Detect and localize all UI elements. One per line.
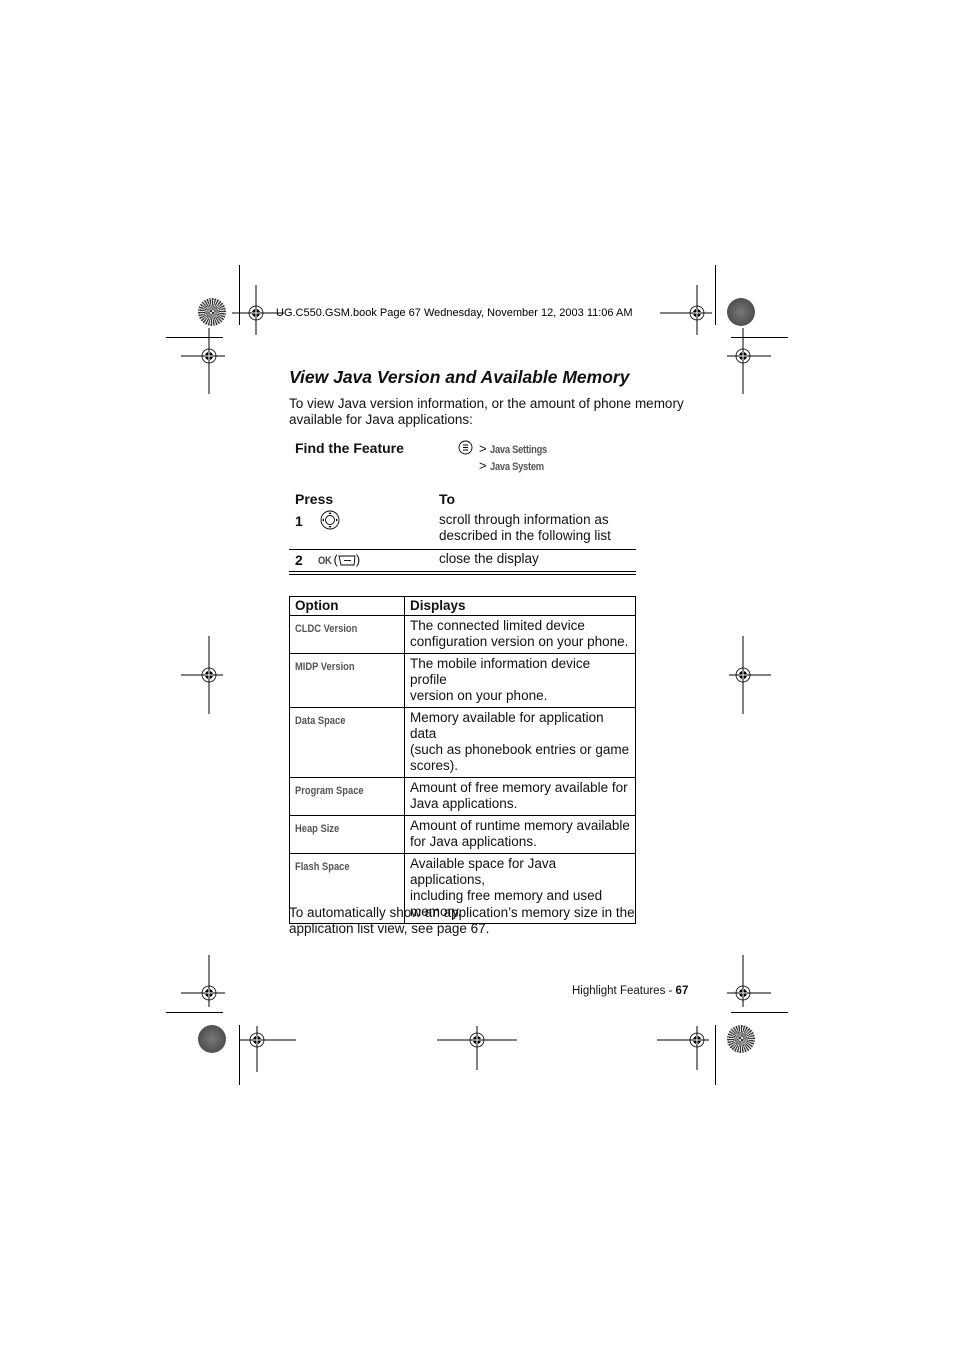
press-column-header: Press	[295, 491, 334, 507]
table-row: Heap Size Amount of runtime memory avail…	[289, 815, 636, 854]
right-soft-key-icon	[338, 555, 356, 566]
menu-path-step: > Java Settings	[479, 441, 548, 456]
registration-target-icon	[437, 1026, 517, 1070]
option-name: Data Space	[295, 715, 346, 727]
registration-target-icon	[660, 285, 712, 335]
crop-mark	[715, 1025, 716, 1085]
registration-target-icon	[727, 955, 771, 1007]
option-name: Flash Space	[295, 861, 350, 873]
table-row: CLDC Version The connected limited devic…	[289, 615, 636, 654]
registration-disc-icon	[727, 1025, 755, 1053]
registration-disc-icon	[198, 1025, 226, 1053]
step-number: 1	[295, 513, 303, 529]
intro-paragraph: To view Java version information, or the…	[289, 396, 684, 427]
closing-paragraph: To automatically show an application’s m…	[289, 905, 635, 936]
menu-item-java-system: Java System	[490, 461, 545, 473]
print-header: UG.C550.GSM.book Page 67 Wednesday, Nove…	[276, 307, 633, 319]
find-feature-label: Find the Feature	[295, 440, 404, 456]
to-column-header: To	[439, 491, 456, 507]
menu-path-step: > Java System	[479, 458, 545, 473]
nav-key-icon	[320, 510, 340, 530]
option-description: The connected limited device configuratio…	[404, 615, 636, 654]
option-description: Amount of runtime memory available for Ja…	[404, 815, 636, 854]
registration-target-icon	[181, 636, 223, 714]
option-name: CLDC Version	[295, 623, 358, 635]
step-number: 2	[295, 552, 303, 568]
divider	[289, 571, 636, 572]
registration-target-icon	[729, 636, 771, 714]
option-name: MIDP Version	[295, 661, 355, 673]
registration-target-icon	[657, 1026, 709, 1070]
option-description: Memory available for application data (su…	[404, 707, 636, 778]
option-name: Program Space	[295, 785, 364, 797]
registration-target-icon	[181, 328, 225, 394]
footer-section: Highlight Features -	[572, 985, 676, 997]
option-description: Amount of free memory available for Java …	[404, 777, 636, 816]
option-description: The mobile information device profile ver…	[404, 653, 636, 708]
ok-soft-key: OK ( )	[318, 552, 361, 567]
step-action: close the display	[439, 551, 539, 566]
divider	[289, 549, 636, 550]
menu-key-icon	[458, 440, 473, 455]
divider	[289, 574, 636, 575]
table-row: MIDP Version The mobile information devi…	[289, 653, 636, 708]
menu-item-java-settings: Java Settings	[490, 444, 548, 456]
section-title: View Java Version and Available Memory	[289, 367, 630, 387]
registration-target-icon	[727, 328, 771, 394]
page-footer: Highlight Features - 67	[572, 985, 688, 997]
registration-disc-icon	[198, 298, 226, 326]
registration-target-icon	[240, 1026, 296, 1072]
page-number: 67	[675, 985, 689, 997]
table-header-row: Option Displays	[289, 596, 636, 616]
option-name: Heap Size	[295, 823, 340, 835]
registration-disc-icon	[727, 298, 755, 326]
registration-target-icon	[181, 955, 225, 1007]
column-header-displays: Displays	[404, 596, 636, 616]
step-action: scroll through information as described …	[439, 512, 611, 543]
table-row: Program Space Amount of free memory avai…	[289, 777, 636, 816]
menu-path	[458, 439, 473, 457]
table-row: Data Space Memory available for applicat…	[289, 707, 636, 778]
column-header-option: Option	[289, 596, 405, 616]
options-table: Option Displays CLDC Version The connect…	[289, 596, 636, 924]
